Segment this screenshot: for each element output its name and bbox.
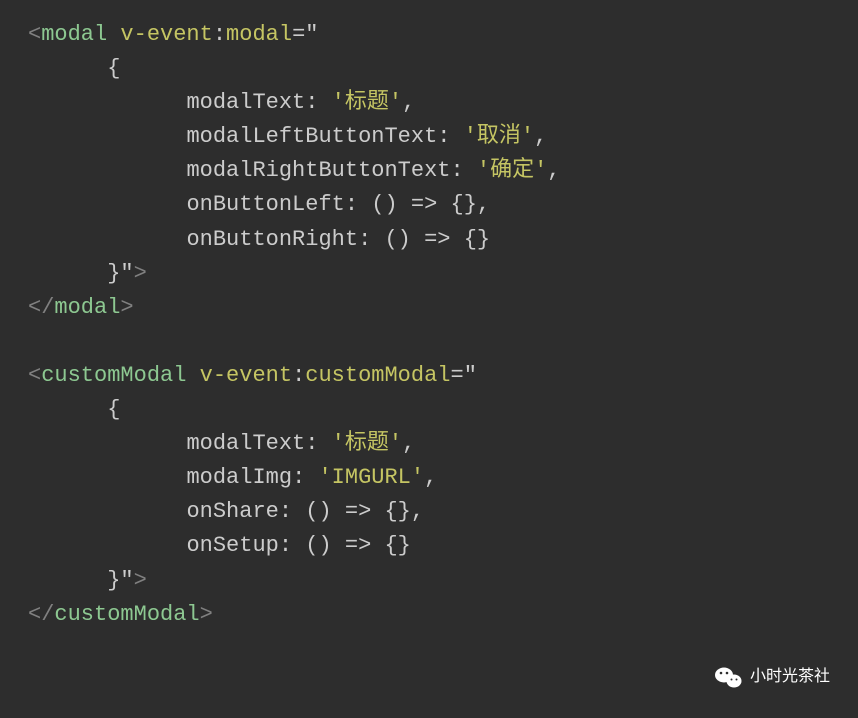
code-line-13: modalImg: 'IMGURL', — [28, 465, 437, 490]
code-line-12: modalText: '标题', — [28, 431, 415, 456]
watermark-text: 小时光茶社 — [750, 665, 830, 690]
code-line-3: modalText: '标题', — [28, 90, 415, 115]
code-line-8: }"> — [28, 261, 147, 286]
code-line-14: onShare: () => {}, — [28, 499, 424, 524]
code-line-2: { — [28, 56, 120, 81]
code-line-4: modalLeftButtonText: '取消', — [28, 124, 547, 149]
code-line-5: modalRightButtonText: '确定', — [28, 158, 561, 183]
code-line-15: onSetup: () => {} — [28, 533, 411, 558]
watermark: 小时光茶社 — [714, 665, 830, 690]
code-line-16: }"> — [28, 568, 147, 593]
code-line-9: </modal> — [28, 295, 134, 320]
code-line-11: { — [28, 397, 120, 422]
code-line-6: onButtonLeft: () => {}, — [28, 192, 490, 217]
code-editor: <modal v-event:modal=" { modalText: '标题'… — [28, 18, 830, 632]
code-line-7: onButtonRight: () => {} — [28, 227, 490, 252]
code-line-10: <customModal v-event:customModal=" — [28, 363, 477, 388]
code-line-17: </customModal> — [28, 602, 213, 627]
code-line-1: <modal v-event:modal=" — [28, 22, 318, 47]
wechat-icon — [714, 666, 742, 690]
